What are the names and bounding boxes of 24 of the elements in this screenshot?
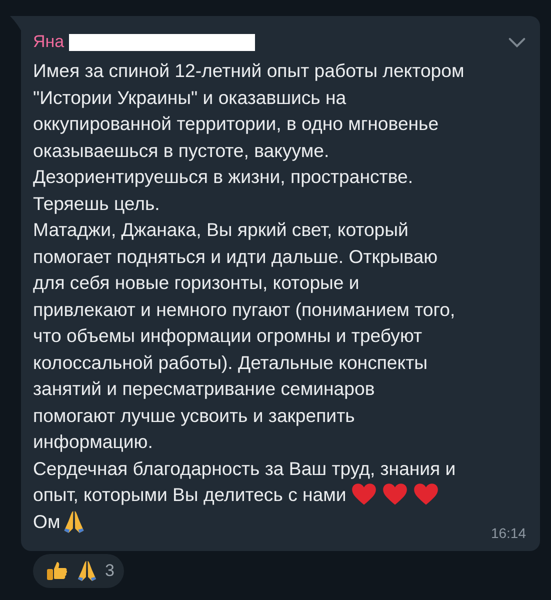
thumbs-up-icon <box>45 559 69 583</box>
message-text: Сердечная благодарность за Ваш труд, знания и <box>33 458 456 480</box>
chevron-icon[interactable] <box>508 36 526 48</box>
sender-name: Яна <box>33 32 64 52</box>
message-text: информацию. <box>33 431 153 454</box>
message-text: Теряешь цель. <box>33 192 160 215</box>
message-text: колоссальной работы). Детальные конспекты <box>33 352 428 374</box>
message-text: помогают лучше усвоить и закрепить <box>33 404 355 427</box>
praying-hands-icon <box>75 559 99 583</box>
message-text: что объемы информации огромны и требуют <box>33 325 422 348</box>
message-text: Матаджи, Джанака, Вы яркий свет, который <box>33 219 408 242</box>
message-text: Ом <box>33 510 60 533</box>
message-text: помогает подняться и идти дальше. Открываю <box>33 246 438 268</box>
message-text: занятий и пересматривание семинаров <box>33 378 375 400</box>
message-text: оказываешься в пустоте, вакууме. <box>33 140 330 162</box>
message-text: опыт, которыми Вы делитесь с нами <box>33 484 346 506</box>
message-text: привлекают и немного пугают (пониманием того, <box>33 298 456 321</box>
message-text: для себя новые горизонты, которые и <box>33 272 360 294</box>
message-text: Дезориентируешься в жизни, пространстве. <box>33 166 414 188</box>
reaction-chip[interactable]: 3 <box>33 554 124 588</box>
message-text: "Истории Украины" и оказавшись на <box>33 86 346 109</box>
message-text: оккупированной территории, в одно мгновенье <box>33 113 439 136</box>
message-time: 16:14 <box>490 525 526 541</box>
message-text: Имея за спиной 12-летний опыт работы лектором <box>33 60 464 82</box>
